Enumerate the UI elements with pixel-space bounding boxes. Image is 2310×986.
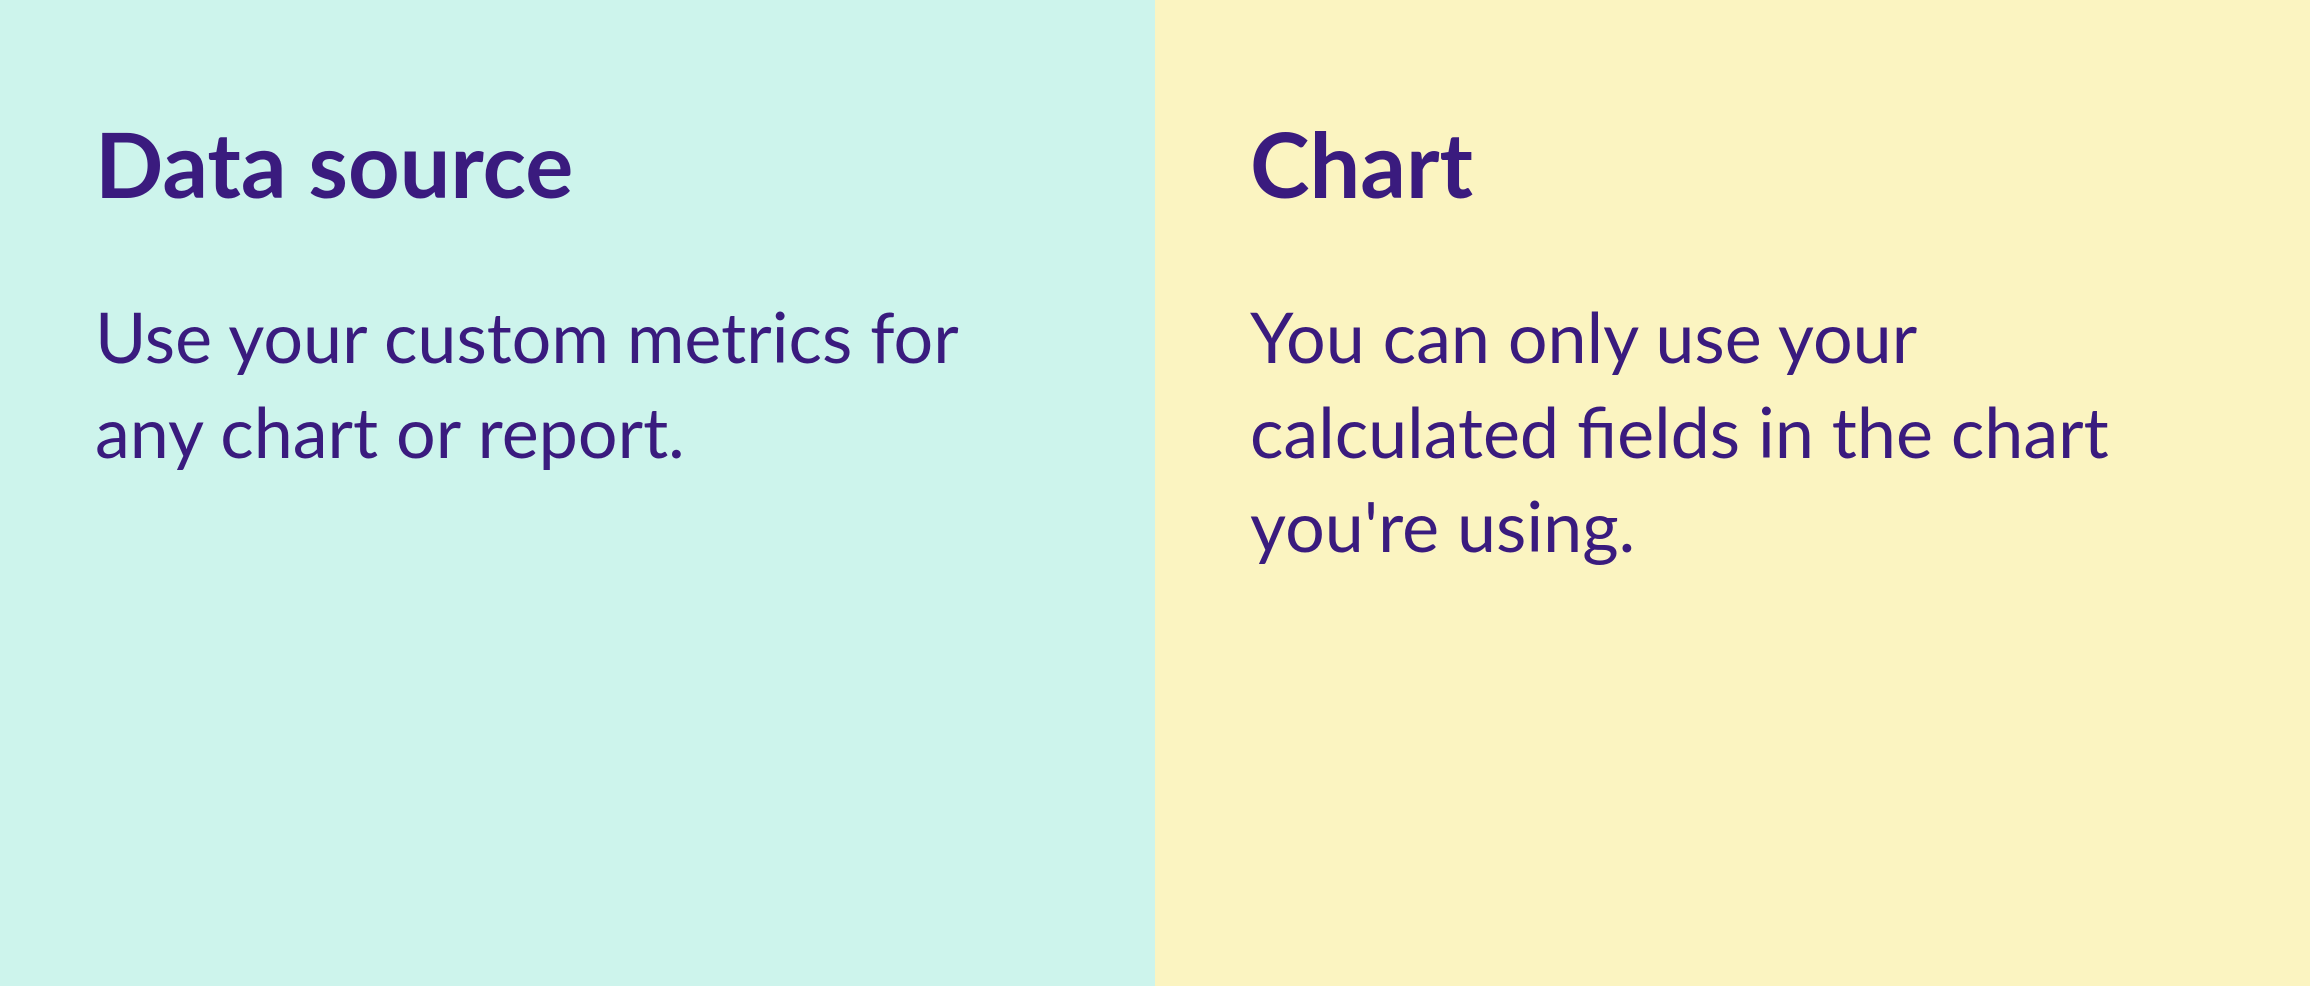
chart-heading: Chart — [1250, 115, 2215, 214]
data-source-body: Use your custom metrics for any chart or… — [95, 289, 1060, 478]
data-source-heading: Data source — [95, 115, 1060, 214]
chart-body: You can only use your calculated fields … — [1250, 289, 2215, 573]
chart-panel: Chart You can only use your calculated f… — [1155, 0, 2310, 986]
data-source-panel: Data source Use your custom metrics for … — [0, 0, 1155, 986]
